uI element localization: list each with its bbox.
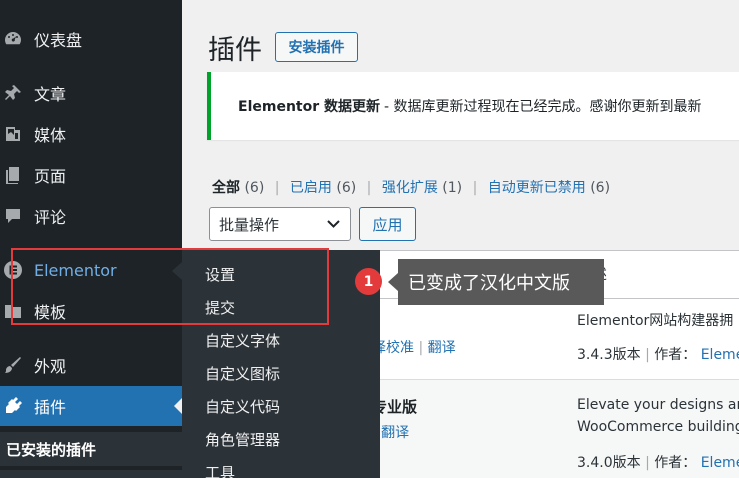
elementor-icon [2,259,24,281]
pin-icon [2,82,24,104]
sidebar-item-label: 仪表盘 [34,31,83,50]
bulk-action-selected: 批量操作 [219,215,280,234]
chevron-down-icon [327,220,340,228]
filter-active[interactable]: 已启用 [290,180,332,196]
page-title: 插件 [208,35,262,66]
filter-autoupdate-disabled-count: (6) [590,180,611,196]
sidebar-item-label: 外观 [34,357,67,376]
elementor-flyout-menu: 设置 提交 自定义字体 自定义图标 自定义代码 角色管理器 工具 [182,250,380,478]
sidebar-submenu-next-item [0,470,182,478]
flyout-item-role-manager[interactable]: 角色管理器 [205,429,280,450]
sidebar-item-elementor[interactable]: Elementor [0,250,182,290]
flyout-item-tools[interactable]: 工具 [205,462,235,478]
sidebar-item-media[interactable]: 媒体 [0,114,182,154]
sidebar-item-label: 评论 [34,208,67,227]
row-action-translate[interactable]: 翻译 [428,340,456,356]
sidebar-item-plugins[interactable]: 插件 [0,386,182,426]
plugin-icon [2,395,24,417]
sidebar-item-label: 插件 [34,398,67,417]
table-row: 译校准 | 翻译 [372,340,456,356]
sidebar-item-templates[interactable]: 模板 [0,291,182,331]
plugin-description-line2: WooCommerce building [577,419,739,435]
plugin-status-filters: 全部 (6) | 已启用 (6) | 强化扩展 (1) | 自动更新已禁用 (6… [212,180,611,196]
author-link[interactable]: Eleme [701,347,739,363]
sidebar-item-dashboard[interactable]: 仪表盘 [0,19,182,59]
plugin-meta: 3.4.0版本 | 作者： Eleme [577,452,739,472]
flyout-pointer [172,262,182,280]
flyout-item-submissions[interactable]: 提交 [205,297,235,318]
folder-icon [2,300,24,322]
plugin-version: 3.4.3版本 [577,347,641,363]
notice-text: - 数据库更新过程现在已经完成。感谢你更新到最新 [384,99,702,115]
notice-title: Elementor 数据更新 [238,99,380,115]
active-indicator-arrow [174,398,182,414]
sidebar-item-pages[interactable]: 页面 [0,155,182,195]
flyout-item-custom-code[interactable]: 自定义代码 [205,396,280,417]
sidebar-item-label: 媒体 [34,126,67,145]
sidebar-submenu-installed-plugins[interactable]: 已安装的插件 [0,432,182,466]
comment-icon [2,205,24,227]
plugin-meta: 3.4.3版本 | 作者： Eleme [577,344,739,364]
brush-icon [2,354,24,376]
bulk-action-select[interactable]: 批量操作 [209,207,351,241]
submenu-label: 已安装的插件 [6,440,97,459]
sidebar-item-posts[interactable]: 文章 [0,73,182,113]
annotation-tooltip: 已变成了汉化中文版 [398,259,604,305]
row-action-translate[interactable]: 翻译 [381,425,409,441]
sidebar-item-appearance[interactable]: 外观 [0,345,182,385]
filter-active-count: (6) [336,180,357,196]
add-plugin-button[interactable]: 安装插件 [275,32,358,62]
plugin-version: 3.4.0版本 [577,455,641,471]
pages-icon [2,164,24,186]
annotation-pointer [388,273,398,291]
filter-enhanced[interactable]: 强化扩展 [382,180,438,196]
flyout-item-custom-icons[interactable]: 自定义图标 [205,363,280,384]
sidebar-item-label: 页面 [34,167,67,186]
filter-all-count: (6) [244,180,265,196]
filter-all[interactable]: 全部 [212,180,240,196]
media-icon [2,123,24,145]
author-link[interactable]: Eleme [701,455,739,471]
flyout-item-settings[interactable]: 设置 [205,264,235,285]
author-label: 作者： [654,455,697,471]
filter-autoupdate-disabled[interactable]: 自动更新已禁用 [488,180,586,196]
sidebar-item-label: 文章 [34,85,67,104]
filter-enhanced-count: (1) [442,180,463,196]
flyout-item-custom-fonts[interactable]: 自定义字体 [205,330,280,351]
sidebar-item-label: 模板 [34,303,67,322]
author-label: 作者： [654,347,697,363]
plugin-description: Elementor网站构建器拥 [577,313,734,329]
apply-button[interactable]: 应用 [359,207,416,241]
annotation-number-badge: 1 [355,268,382,295]
sidebar-item-label: Elementor [34,260,117,280]
sidebar-item-comments[interactable]: 评论 [0,196,182,236]
dashboard-icon [2,28,24,50]
plugin-description-line1: Elevate your designs and [577,397,739,413]
update-notice: Elementor 数据更新 - 数据库更新过程现在已经完成。感谢你更新到最新 [207,72,739,140]
